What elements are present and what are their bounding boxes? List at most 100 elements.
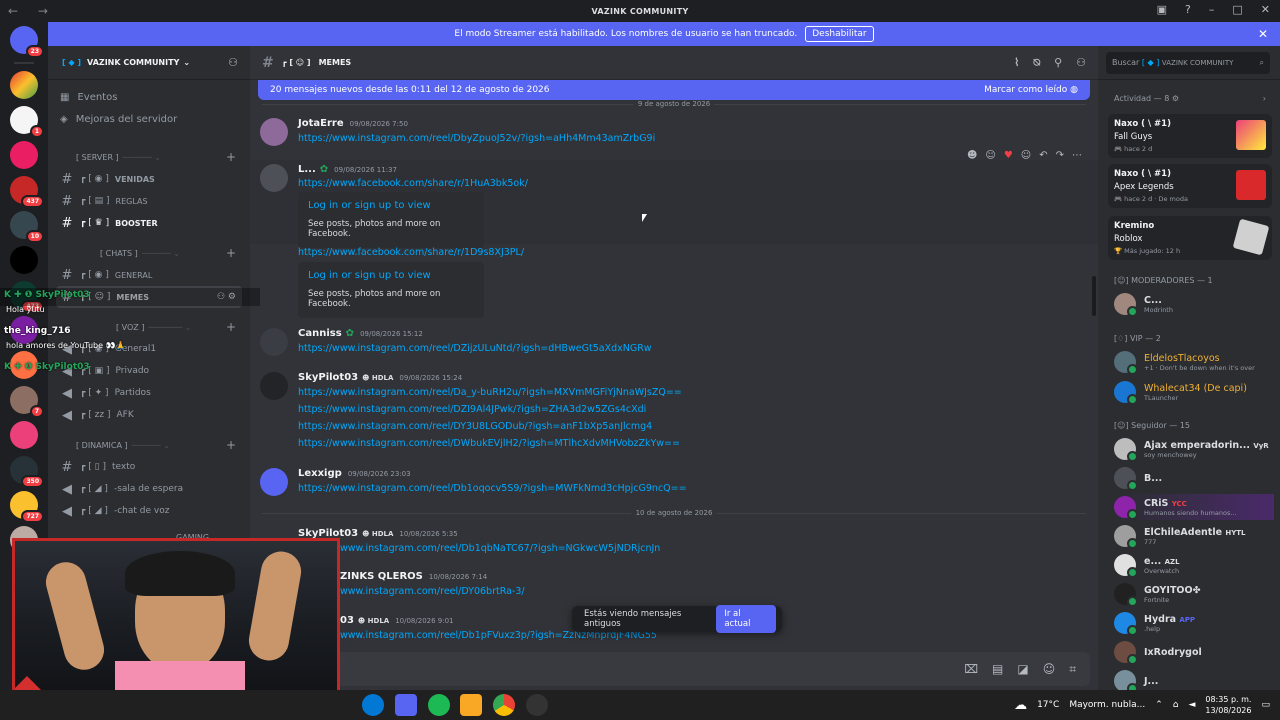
folder-icon[interactable] (460, 694, 482, 716)
plus-icon[interactable]: + (226, 150, 236, 164)
pin-icon[interactable]: ⚲ (1054, 56, 1062, 70)
embed-title[interactable]: Log in or sign up to view (308, 200, 474, 211)
channel-venidas[interactable]: # ┏ [ ◉ ] VENIDAS (56, 168, 242, 190)
voice-chat-voz[interactable]: ◀ ┏ [ ◢ ] -chat de voz (56, 500, 242, 522)
member-row[interactable]: B... (1114, 465, 1274, 491)
member-row[interactable]: J... (1114, 668, 1274, 690)
guild-header[interactable]: [ ◆ ] VAZINK COMMUNITY ⌄ ⚇ (48, 46, 250, 80)
author[interactable]: JotaErre 09/08/2026 7:50 (298, 118, 408, 129)
channel-reglas[interactable]: # ┏ [ ▤ ] REGLAS (56, 190, 242, 212)
avatar[interactable] (260, 372, 288, 400)
server-icon[interactable]: 350 (10, 456, 44, 488)
voice-sala-espera[interactable]: ◀ ┏ [ ◢ ] -sala de espera (56, 478, 242, 500)
member-row[interactable]: IxRodrygol (1114, 639, 1274, 665)
threads-icon[interactable]: ⌇ (1014, 56, 1019, 70)
channel-booster[interactable]: # ┏ [ ♛ ] BOOSTER (56, 212, 242, 234)
jump-present-button[interactable]: Ir al actual (716, 605, 776, 633)
message-link[interactable]: https://www.instagram.com/reel/DY3U8LGOD… (298, 421, 652, 432)
author[interactable]: Canniss ✿ 09/08/2026 15:12 (298, 328, 423, 339)
avatar[interactable] (260, 164, 288, 192)
message-link[interactable]: https://www.instagram.com/reel/DbyZpuoJ5… (298, 133, 655, 144)
message-link[interactable]: www.instagram.com/reel/DY06brtRa-3/ (340, 586, 525, 597)
maximize-button[interactable]: □ (1232, 3, 1242, 16)
author-name[interactable]: SkyPilot03 (298, 372, 358, 383)
message-link[interactable]: https://www.instagram.com/reel/Da_y-buRH… (298, 387, 682, 398)
mute-bell-icon[interactable]: ⍉ (1033, 56, 1040, 70)
chrome-icon[interactable] (493, 694, 515, 716)
category-server[interactable]: [ SERVER ] ────── ⌄ + (48, 146, 250, 168)
add-reaction-icon[interactable]: ☺ (1021, 150, 1031, 161)
avatar[interactable] (260, 328, 288, 356)
reply-icon[interactable]: ↶ (1039, 150, 1047, 161)
mark-read-button[interactable]: Marcar como leído ◍ (984, 85, 1078, 95)
home-server[interactable]: 23 (10, 26, 44, 58)
scrollbar[interactable] (1092, 276, 1096, 316)
boost-item[interactable]: ◈ Mejoras del servidor (48, 108, 250, 130)
member-row[interactable]: EldelosTlacoyos +1 · Don't be down when i… (1114, 349, 1274, 375)
server-icon[interactable] (10, 246, 38, 274)
close-window-button[interactable]: ✕ (1261, 3, 1270, 16)
message-link[interactable]: https://www.instagram.com/reel/Db1oqocv5… (298, 483, 687, 494)
author[interactable]: L... ✿ 09/08/2026 11:37 (298, 164, 397, 175)
category-chats[interactable]: [ CHATS ] ────── ⌄ + (48, 242, 250, 264)
volume-icon[interactable]: ◄ (1188, 700, 1195, 710)
member-row[interactable]: ElChileAdentle HYTL 777 (1114, 523, 1274, 549)
network-icon[interactable]: ⌂ (1173, 700, 1179, 710)
close-icon[interactable]: ✕ (1258, 27, 1268, 41)
chevron-right-icon[interactable]: › (1263, 94, 1266, 103)
activity-card[interactable]: Naxo ( \ #1) Apex Legends 🎮 hace 2 d · D… (1108, 164, 1272, 208)
weather-temp[interactable]: 17°C (1037, 700, 1059, 710)
channel-general[interactable]: # ┏ [ ◉ ] GENERAL (56, 264, 242, 286)
inbox-icon[interactable]: ▣ (1157, 3, 1167, 16)
obs-icon[interactable] (526, 694, 548, 716)
server-icon[interactable]: 10 (10, 211, 44, 243)
author-name[interactable]: Lexxigp (298, 468, 342, 479)
activity-card[interactable]: Naxo ( \ #1) Fall Guys 🎮 hace 2 d (1108, 114, 1272, 158)
apps-icon[interactable]: ⌗ (1069, 662, 1076, 677)
activity-card[interactable]: Kremino Roblox 🏆 Más jugado: 12 h (1108, 216, 1272, 260)
add-member-icon[interactable]: ⚇ (228, 56, 238, 69)
author-name[interactable]: JotaErre (298, 118, 344, 129)
forward-icon[interactable]: ↷ (1056, 150, 1064, 161)
author[interactable]: SkyPilot03 ☻ HDLA 09/08/2026 15:24 (298, 372, 462, 383)
tray-chevron-icon[interactable]: ⌃ (1155, 700, 1163, 710)
author-name[interactable]: 03 (340, 615, 354, 626)
disable-streamer-button[interactable]: Deshabilitar (805, 26, 874, 42)
more-icon[interactable]: ⋯ (1072, 150, 1082, 161)
author-name[interactable]: Canniss (298, 328, 342, 339)
server-icon[interactable]: 727 (10, 491, 44, 523)
message-link[interactable]: https://www.instagram.com/reel/DZijzULuN… (298, 343, 652, 354)
category-dinamica[interactable]: [ DINAMICA ] ────── ⌄ + (48, 434, 250, 456)
member-row[interactable]: C... Modrinth (1114, 291, 1274, 317)
author-name[interactable]: ZINKS QLEROS (340, 571, 423, 582)
react-emoji-icon[interactable]: ☻ (967, 150, 977, 161)
events-item[interactable]: ▦ Eventos (48, 86, 250, 108)
member-row[interactable]: Hydra APP .help (1114, 610, 1274, 636)
weather-desc[interactable]: Mayorm. nubla... (1069, 700, 1145, 710)
server-icon[interactable]: 1 (10, 106, 44, 138)
plus-icon[interactable]: + (226, 246, 236, 260)
member-row[interactable]: Whalecat34 (De capi) TLauncher (1114, 379, 1274, 405)
message-link[interactable]: www.instagram.com/reel/Db1qbNaTC67/?igsh… (340, 543, 660, 554)
message-link[interactable]: https://www.facebook.com/share/r/1HuA3bk… (298, 178, 528, 189)
author[interactable]: ZINKS QLEROS 10/08/2026 7:14 (340, 571, 487, 582)
help-icon[interactable]: ? (1185, 3, 1191, 16)
message-link[interactable]: https://www.instagram.com/reel/DWbukEVjl… (298, 438, 680, 449)
voice-afk[interactable]: ◀ ┏ [ zz ] AFK (56, 404, 242, 426)
clock[interactable]: 08:35 p. m. 13/08/2026 (1205, 694, 1251, 716)
author[interactable]: 03 ☻ HDLA 10/08/2026 9:01 (340, 615, 454, 626)
spotify-icon[interactable] (428, 694, 450, 716)
author[interactable]: Lexxigp 09/08/2026 23:03 (298, 468, 411, 479)
search-input[interactable]: Buscar [ ◆ ] VAZINK COMMUNITY ⌕ (1106, 51, 1270, 74)
members-icon[interactable]: ⚇ (1076, 56, 1086, 70)
server-icon[interactable] (10, 421, 38, 449)
sticker-icon[interactable]: ◪ (1017, 662, 1028, 676)
member-row[interactable]: e... AZL Overwatch (1114, 552, 1274, 578)
heart-icon[interactable]: ♥ (1004, 150, 1013, 161)
avatar[interactable] (260, 118, 288, 146)
message-link[interactable]: https://www.instagram.com/reel/DZI9Al4JP… (298, 404, 646, 415)
emoji-icon[interactable]: ☺ (1043, 662, 1056, 676)
gift-icon[interactable]: ⌧ (964, 662, 978, 676)
activity-header[interactable]: Actividad — 8 ⚙ › (1098, 94, 1280, 103)
message-link[interactable]: https://www.facebook.com/share/r/1D9s8XJ… (298, 247, 524, 258)
